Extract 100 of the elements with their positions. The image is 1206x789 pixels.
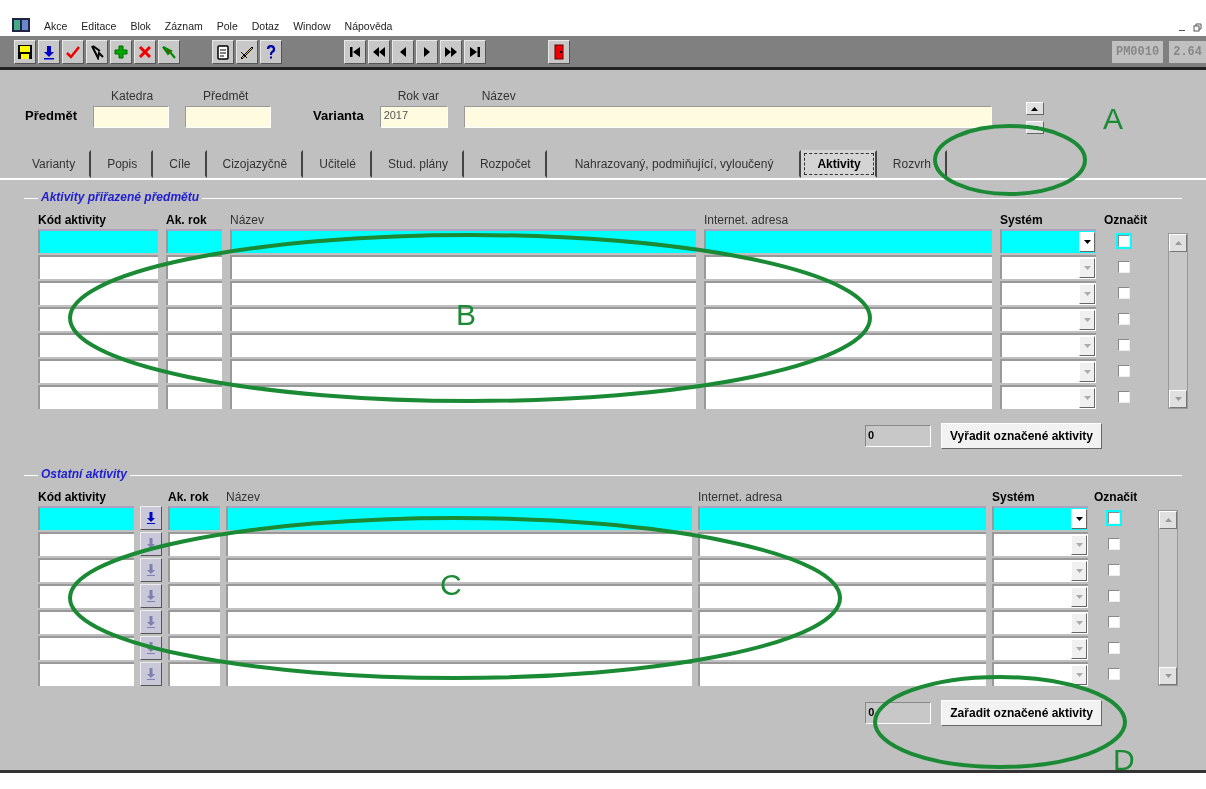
door-icon[interactable] xyxy=(548,39,570,64)
input-field[interactable] xyxy=(38,307,158,331)
input-field[interactable] xyxy=(226,610,692,634)
checkbox[interactable] xyxy=(1118,313,1130,325)
tool-icon[interactable] xyxy=(158,39,180,64)
last-icon[interactable] xyxy=(464,39,486,64)
menu-item[interactable]: Akce xyxy=(44,20,68,32)
menu-item[interactable]: Blok xyxy=(130,20,151,32)
input-field[interactable] xyxy=(704,281,992,305)
input-field[interactable] xyxy=(168,584,220,608)
checkbox[interactable] xyxy=(1108,616,1120,628)
list-button[interactable] xyxy=(140,558,162,582)
x-icon[interactable] xyxy=(134,39,156,64)
input-field[interactable] xyxy=(230,255,696,279)
pen-icon[interactable] xyxy=(236,39,258,64)
checkbox[interactable] xyxy=(1108,564,1120,576)
checkbox[interactable] xyxy=(1118,235,1130,247)
action-button[interactable]: Zařadit označené aktivity xyxy=(941,700,1102,726)
dropdown-field[interactable] xyxy=(1000,385,1096,409)
scrollbar[interactable] xyxy=(1168,233,1188,409)
input-field[interactable] xyxy=(38,558,134,582)
dropdown-field[interactable] xyxy=(992,610,1088,634)
input-field[interactable] xyxy=(166,385,222,409)
checkbox[interactable] xyxy=(1118,365,1130,377)
input-field[interactable] xyxy=(38,662,134,686)
input-field[interactable] xyxy=(704,229,992,253)
menu-item[interactable]: Nápověda xyxy=(344,20,393,32)
list-button[interactable] xyxy=(140,662,162,686)
check-icon[interactable] xyxy=(62,39,84,64)
input-field[interactable] xyxy=(698,532,986,556)
clipboard-icon[interactable] xyxy=(212,39,234,64)
next-icon[interactable] xyxy=(416,39,438,64)
action-button[interactable]: Vyřadit označené aktivity xyxy=(941,423,1102,449)
input-field[interactable] xyxy=(698,636,986,660)
dropdown-field[interactable] xyxy=(992,506,1088,530)
dropdown-field[interactable] xyxy=(992,584,1088,608)
input-field[interactable] xyxy=(698,610,986,634)
input-field[interactable] xyxy=(166,229,222,253)
checkbox[interactable] xyxy=(1108,642,1120,654)
input-field[interactable] xyxy=(166,307,222,331)
input-field[interactable] xyxy=(93,106,170,128)
dropdown-field[interactable] xyxy=(1000,229,1096,253)
tab[interactable]: Aktivity xyxy=(801,150,877,178)
dropdown-button[interactable] xyxy=(1071,509,1087,529)
dropdown-field[interactable] xyxy=(1000,255,1096,279)
checkbox[interactable] xyxy=(1118,339,1130,351)
checkbox[interactable] xyxy=(1108,512,1120,524)
input-field[interactable] xyxy=(168,610,220,634)
input-field[interactable] xyxy=(38,584,134,608)
input-field[interactable] xyxy=(168,506,220,530)
input-field[interactable] xyxy=(38,532,134,556)
checkbox[interactable] xyxy=(1108,668,1120,680)
checkbox[interactable] xyxy=(1118,391,1130,403)
input-field[interactable] xyxy=(463,106,992,128)
scroll-down-button[interactable] xyxy=(1159,667,1177,685)
input-field[interactable] xyxy=(698,584,986,608)
input-field[interactable] xyxy=(704,385,992,409)
input-field[interactable] xyxy=(38,333,158,357)
input-field[interactable] xyxy=(226,532,692,556)
checkbox[interactable] xyxy=(1118,261,1130,273)
input-field[interactable] xyxy=(230,333,696,357)
plus-icon[interactable] xyxy=(110,39,132,64)
input-field[interactable] xyxy=(704,307,992,331)
input-field[interactable] xyxy=(704,333,992,357)
input-field[interactable] xyxy=(38,255,158,279)
dropdown-field[interactable] xyxy=(992,532,1088,556)
checkbox[interactable] xyxy=(1108,590,1120,602)
dropdown-button[interactable] xyxy=(1079,232,1095,252)
list-button[interactable] xyxy=(140,610,162,634)
dropdown-field[interactable] xyxy=(1000,333,1096,357)
restore-icon[interactable] xyxy=(1193,23,1202,32)
input-field[interactable] xyxy=(38,385,158,409)
input-field[interactable] xyxy=(698,558,986,582)
input-field[interactable] xyxy=(38,229,158,253)
list-button[interactable] xyxy=(140,584,162,608)
input-field[interactable] xyxy=(38,636,134,660)
fast-forward-icon[interactable] xyxy=(440,39,462,64)
input-field[interactable] xyxy=(704,255,992,279)
menu-item[interactable]: Window xyxy=(293,20,331,32)
dropdown-field[interactable] xyxy=(1000,281,1096,305)
input-field[interactable] xyxy=(166,281,222,305)
input-field[interactable] xyxy=(185,106,272,128)
scroll-up-button[interactable] xyxy=(1025,102,1044,115)
input-field[interactable] xyxy=(226,636,692,660)
list-button[interactable] xyxy=(140,506,162,530)
help-icon[interactable] xyxy=(260,39,282,64)
input-field[interactable]: 2017 xyxy=(379,106,448,128)
menu-item[interactable]: Pole xyxy=(216,20,238,32)
input-field[interactable] xyxy=(166,333,222,357)
input-field[interactable] xyxy=(38,359,158,383)
menu-item[interactable]: Záznam xyxy=(164,20,203,32)
scroll-down-button[interactable] xyxy=(1169,390,1187,408)
input-field[interactable] xyxy=(38,281,158,305)
save-icon[interactable] xyxy=(14,39,36,64)
menu-item[interactable]: Editace xyxy=(81,20,117,32)
input-field[interactable] xyxy=(38,610,134,634)
input-field[interactable] xyxy=(168,662,220,686)
input-field[interactable] xyxy=(698,506,986,530)
first-icon[interactable] xyxy=(344,39,366,64)
input-field[interactable] xyxy=(230,307,696,331)
